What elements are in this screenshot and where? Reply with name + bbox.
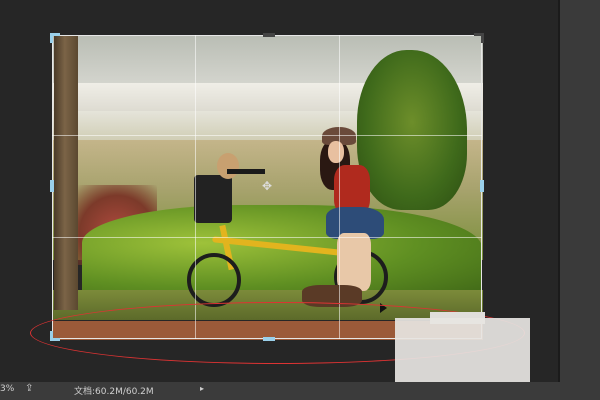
crop-grid-line-h2 [52,237,482,238]
crop-grid-line-v1 [195,35,196,339]
zoom-level[interactable]: 3% [0,384,14,394]
watermark-overlay [395,318,530,386]
crop-handle-top[interactable] [263,33,275,37]
crosshair-icon: ✥ [262,179,273,193]
crop-handle-right[interactable] [480,180,484,192]
crop-handle-top-left[interactable] [50,33,60,43]
crop-handle-left[interactable] [50,180,54,192]
panel-divider [558,0,560,400]
crop-handle-top-right[interactable] [474,33,484,43]
status-bar: 3% ⇪ 文档:60.2M/60.2M ▸ [0,382,560,400]
share-icon[interactable]: ⇪ [25,383,33,394]
status-menu-arrow-icon[interactable]: ▸ [200,384,204,393]
crop-grid-line-v2 [339,35,340,339]
crop-grid-line-h1 [52,135,482,136]
document-size-info: 文档:60.2M/60.2M [74,387,154,397]
right-panel [560,0,600,400]
